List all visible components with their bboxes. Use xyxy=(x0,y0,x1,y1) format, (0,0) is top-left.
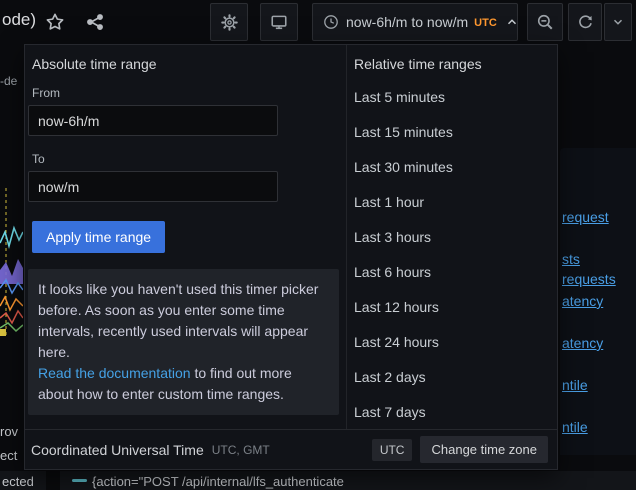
bg-metric-link[interactable]: request xyxy=(562,209,609,225)
refresh-icon xyxy=(577,14,594,31)
bg-metric-link[interactable]: sts xyxy=(562,251,580,267)
bg-text-fragment: ect xyxy=(0,448,17,463)
relative-range-option[interactable]: Last 7 days xyxy=(347,394,557,429)
zoom-out-icon xyxy=(536,13,554,31)
timezone-detail: UTC, GMT xyxy=(212,443,270,457)
time-range-label: now-6h/m to now/m xyxy=(346,14,468,30)
time-range-picker-button[interactable]: now-6h/m to now/m UTC xyxy=(312,3,518,41)
relative-range-option[interactable]: Last 2 days xyxy=(347,359,557,394)
relative-range-option[interactable]: Last 6 hours xyxy=(347,254,557,289)
series-legend-text[interactable]: {action="POST /api/internal/lfs_authenti… xyxy=(92,474,345,489)
relative-range-option[interactable]: Last 5 minutes xyxy=(347,79,557,114)
settings-button[interactable] xyxy=(210,3,248,41)
relative-pane-heading: Relative time ranges xyxy=(354,56,482,72)
clock-icon xyxy=(323,14,339,30)
apply-time-range-button[interactable]: Apply time range xyxy=(32,221,165,253)
recent-ranges-info-box: It looks like you haven't used this time… xyxy=(28,269,339,415)
relative-range-option[interactable]: Last 15 minutes xyxy=(347,114,557,149)
relative-range-option[interactable]: Last 3 hours xyxy=(347,219,557,254)
relative-range-option[interactable]: Last 24 hours xyxy=(347,324,557,359)
bg-metric-link[interactable]: ntile xyxy=(562,377,588,393)
read-documentation-link[interactable]: Read the documentation xyxy=(38,365,191,381)
star-icon[interactable] xyxy=(45,12,65,32)
chevron-down-icon xyxy=(611,15,625,29)
series-color-dash xyxy=(72,479,87,482)
absolute-pane-heading: Absolute time range xyxy=(32,56,157,72)
timezone-indicator: UTC xyxy=(474,17,497,29)
relative-time-ranges-pane: Relative time ranges Last 5 minutes Last… xyxy=(346,45,557,430)
dashboard-toolbar: ode) xyxy=(0,0,636,44)
timezone-footer: Coordinated Universal Time UTC, GMT UTC … xyxy=(25,429,557,469)
relative-range-option[interactable]: Last 30 minutes xyxy=(347,149,557,184)
gear-icon xyxy=(221,14,238,31)
info-text: It looks like you haven't used this time… xyxy=(38,281,318,360)
bg-legend-row: ected {action="POST /api/internal/lfs_au… xyxy=(0,471,636,490)
tv-icon xyxy=(270,13,288,31)
grafana-page: -de rov ect request sts requests atency … xyxy=(0,0,636,490)
change-time-zone-button[interactable]: Change time zone xyxy=(420,436,548,463)
divider xyxy=(46,471,60,490)
relative-range-option[interactable]: Last 12 hours xyxy=(347,289,557,324)
to-label: To xyxy=(32,152,45,166)
from-label: From xyxy=(32,86,60,100)
time-picker-dropdown: Absolute time range From To Apply time r… xyxy=(24,44,558,470)
to-input[interactable] xyxy=(28,171,278,202)
zoom-out-button[interactable] xyxy=(527,3,563,41)
bg-chart-fragment xyxy=(0,188,23,336)
tv-mode-button[interactable] xyxy=(260,3,298,41)
bg-metric-link[interactable]: atency xyxy=(562,293,603,309)
bg-metric-link[interactable]: atency xyxy=(562,335,603,351)
relative-range-option[interactable]: Last 1 hour xyxy=(347,184,557,219)
utc-badge: UTC xyxy=(372,439,413,461)
refresh-interval-dropdown-button[interactable] xyxy=(604,3,632,41)
page-title-fragment: ode) xyxy=(2,10,36,30)
bg-text-fragment: -de xyxy=(0,74,17,88)
bg-legend-label-fragment: ected xyxy=(2,474,34,489)
share-icon[interactable] xyxy=(85,12,105,32)
bg-metric-link[interactable]: requests xyxy=(562,271,616,287)
bg-metric-link[interactable]: ntile xyxy=(562,419,588,435)
bg-text-fragment: rov xyxy=(0,424,18,439)
absolute-time-range-pane: Absolute time range From To Apply time r… xyxy=(25,45,346,430)
from-input[interactable] xyxy=(28,105,278,136)
chevron-up-icon xyxy=(505,15,519,29)
relative-range-list: Last 5 minutes Last 15 minutes Last 30 m… xyxy=(347,79,557,429)
timezone-name: Coordinated Universal Time xyxy=(31,442,204,458)
refresh-button[interactable] xyxy=(568,3,602,41)
